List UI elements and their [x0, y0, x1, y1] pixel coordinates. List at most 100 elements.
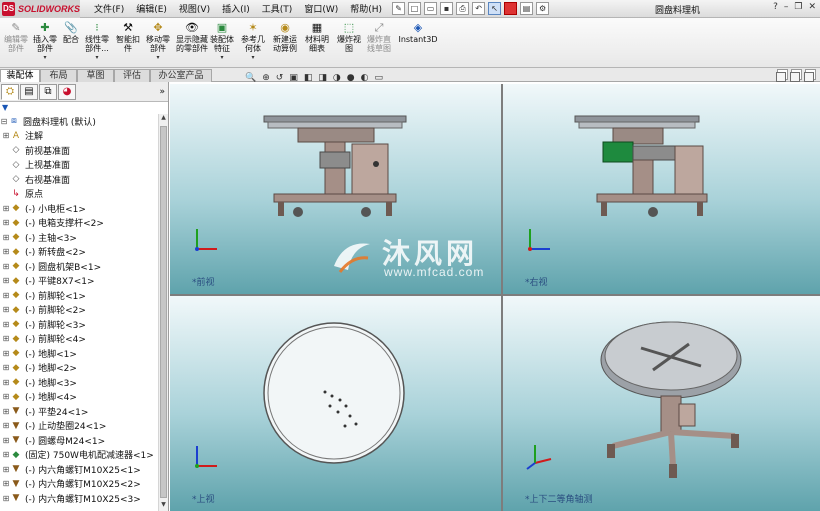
instant3d-button[interactable]: ◈ Instant3D — [398, 20, 438, 45]
bill-of-materials-button[interactable]: ▦ 材料明细表 — [302, 20, 332, 54]
tree-item[interactable]: ⊞ ◆ (-) 地脚<1> — [0, 346, 158, 361]
expand-icon[interactable]: ⊞ — [2, 436, 10, 445]
close-icon[interactable]: ✕ — [808, 2, 816, 12]
select-icon[interactable]: ↖ — [488, 2, 502, 15]
pin-icon[interactable]: ✎ — [392, 2, 406, 15]
viewport-isometric[interactable]: *上下二等角轴测 — [503, 296, 820, 511]
linear-pattern-button[interactable]: ⁝ 线性零部件... ▾ — [82, 20, 112, 62]
view-settings-icon[interactable]: ▭ — [374, 73, 383, 83]
exploded-view-button[interactable]: ⬚ 爆炸视图 — [334, 20, 364, 54]
menu-window[interactable]: 窗口(W) — [298, 2, 344, 15]
tab-evaluate[interactable]: 评估 — [114, 69, 150, 82]
tab-sketch[interactable]: 草图 — [77, 69, 114, 82]
tree-item[interactable]: ⊞ ▼ (-) 平垫24<1> — [0, 404, 158, 419]
expand-icon[interactable]: ⊞ — [2, 494, 10, 503]
tree-item[interactable]: ⊞ ◆ (-) 前脚轮<4> — [0, 332, 158, 347]
tree-item[interactable]: ◇ 右视基准面 — [0, 172, 158, 187]
expand-icon[interactable]: ⊞ — [2, 320, 10, 329]
solidworks-logo[interactable]: DS SOLIDWORKS — [0, 0, 80, 18]
tree-item[interactable]: ⊞ ◆ (-) 电箱支撑杆<2> — [0, 216, 158, 231]
show-hidden-components-button[interactable]: 👁 显示隐藏的零部件 — [175, 20, 209, 54]
tree-item[interactable]: ↳ 原点 — [0, 187, 158, 202]
tree-item[interactable]: ⊞ ◆ (-) 前脚轮<2> — [0, 303, 158, 318]
expand-icon[interactable]: ⊞ — [2, 204, 10, 213]
expand-icon[interactable]: ⊞ — [2, 334, 10, 343]
tree-item[interactable]: ⊞ ◆ (-) 新转盘<2> — [0, 245, 158, 260]
zoom-to-fit-icon[interactable]: 🔍 — [245, 73, 256, 83]
tree-item[interactable]: ⊟ ⧈ 圆盘料理机 (默认) — [0, 114, 158, 129]
expand-icon[interactable]: ⊞ — [2, 450, 10, 459]
scroll-thumb[interactable] — [160, 126, 167, 498]
expand-icon[interactable]: ⊞ — [2, 247, 10, 256]
expand-icon[interactable]: ⊞ — [2, 233, 10, 242]
tree-item[interactable]: ⊞ ◆ (-) 小电柜<1> — [0, 201, 158, 216]
reference-geometry-button[interactable]: ✶ 参考几何体 ▾ — [238, 20, 268, 62]
scroll-down-icon[interactable]: ▼ — [159, 501, 168, 511]
tree-filter[interactable]: ▼ — [0, 102, 168, 112]
configuration-manager-tab[interactable]: ⧉ — [39, 83, 57, 100]
new-document-icon[interactable]: □ — [408, 2, 422, 15]
expand-icon[interactable]: ⊞ — [2, 262, 10, 271]
expand-panel-icon[interactable]: » — [159, 87, 165, 97]
undo-icon[interactable]: ↶ — [472, 2, 486, 15]
edit-component-button[interactable]: ✎ 编辑零部件 — [1, 20, 31, 54]
viewport-splitter-horizontal[interactable] — [170, 294, 820, 296]
expand-icon[interactable]: ⊞ — [2, 218, 10, 227]
menu-tools[interactable]: 工具(T) — [256, 2, 299, 15]
expand-icon[interactable]: ⊞ — [2, 131, 10, 140]
tab-assembly[interactable]: 装配体 — [0, 69, 40, 82]
expand-icon[interactable]: ⊞ — [2, 291, 10, 300]
rebuild-icon[interactable] — [504, 2, 518, 15]
expand-icon[interactable]: ⊞ — [2, 378, 10, 387]
assembly-feature-button[interactable]: ▣ 装配体特征 ▾ — [207, 20, 237, 62]
menu-help[interactable]: 帮助(H) — [344, 2, 388, 15]
tree-item[interactable]: ◇ 上视基准面 — [0, 158, 158, 173]
previous-view-icon[interactable]: ↺ — [276, 73, 284, 83]
new-motion-study-button[interactable]: ◉ 新建运动算例 — [270, 20, 300, 54]
scroll-up-icon[interactable]: ▲ — [159, 114, 168, 124]
expand-icon[interactable]: ⊞ — [2, 392, 10, 401]
tree-item[interactable]: ⊞ ◆ (-) 前脚轮<3> — [0, 317, 158, 332]
tree-scrollbar[interactable]: ▲ ▼ — [158, 114, 168, 511]
menu-edit[interactable]: 编辑(E) — [130, 2, 173, 15]
expand-icon[interactable]: ⊞ — [2, 465, 10, 474]
tree-item[interactable]: ⊞ ◆ (-) 前脚轮<1> — [0, 288, 158, 303]
viewport-minimize-icon[interactable] — [776, 72, 786, 82]
hide-show-icon[interactable]: ◑ — [333, 73, 341, 83]
help-icon[interactable]: ? — [773, 2, 778, 12]
viewport-splitter-vertical[interactable] — [501, 84, 503, 511]
file-properties-icon[interactable]: ▤ — [520, 2, 534, 15]
print-icon[interactable]: ⎙ — [456, 2, 470, 15]
appearance-icon[interactable]: ● — [347, 73, 355, 83]
minimize-icon[interactable]: – — [784, 2, 789, 12]
viewport-right[interactable]: *右视 — [503, 84, 820, 294]
property-manager-tab[interactable]: ▤ — [20, 83, 38, 100]
tree-item[interactable]: ⊞ ▼ (-) 圆螺母M24<1> — [0, 433, 158, 448]
view-orientation-icon[interactable]: ◧ — [304, 73, 313, 83]
tree-item[interactable]: ⊞ ◆ (-) 地脚<4> — [0, 390, 158, 405]
options-icon[interactable]: ⚙ — [536, 2, 550, 15]
tree-item[interactable]: ⊞ ◆ (固定) 750W电机配减速器<1> — [0, 448, 158, 463]
tree-item[interactable]: ⊞ ◆ (-) 地脚<3> — [0, 375, 158, 390]
move-component-button[interactable]: ✥ 移动零部件 ▾ — [143, 20, 173, 62]
tree-item[interactable]: ◇ 前视基准面 — [0, 143, 158, 158]
expand-icon[interactable]: ⊞ — [2, 363, 10, 372]
section-view-icon[interactable]: ▣ — [289, 73, 298, 83]
tab-office-products[interactable]: 办公室产品 — [150, 69, 212, 82]
smart-fastener-button[interactable]: ⚒ 智能扣件 — [113, 20, 143, 54]
viewport-top[interactable]: *上视 — [170, 296, 501, 511]
open-document-icon[interactable]: ▭ — [424, 2, 438, 15]
menu-file[interactable]: 文件(F) — [88, 2, 130, 15]
scene-icon[interactable]: ◐ — [361, 73, 369, 83]
explode-line-sketch-button[interactable]: ⤢ 爆炸直线草图 — [364, 20, 394, 54]
feature-tree-tab[interactable]: ⛭ — [1, 83, 19, 100]
collapse-icon[interactable]: ⊟ — [0, 117, 8, 126]
expand-icon[interactable]: ⊞ — [2, 276, 10, 285]
display-manager-tab[interactable]: ◕ — [58, 83, 76, 100]
expand-icon[interactable]: ⊞ — [2, 305, 10, 314]
tree-item[interactable]: ⊞ A 注解 — [0, 129, 158, 144]
tree-item[interactable]: ⊞ ▼ (-) 内六角螺钉M10X25<1> — [0, 462, 158, 477]
tree-item[interactable]: ⊞ ◆ (-) 圆盘机架B<1> — [0, 259, 158, 274]
save-icon[interactable]: ▪ — [440, 2, 454, 15]
expand-icon[interactable]: ⊞ — [2, 349, 10, 358]
